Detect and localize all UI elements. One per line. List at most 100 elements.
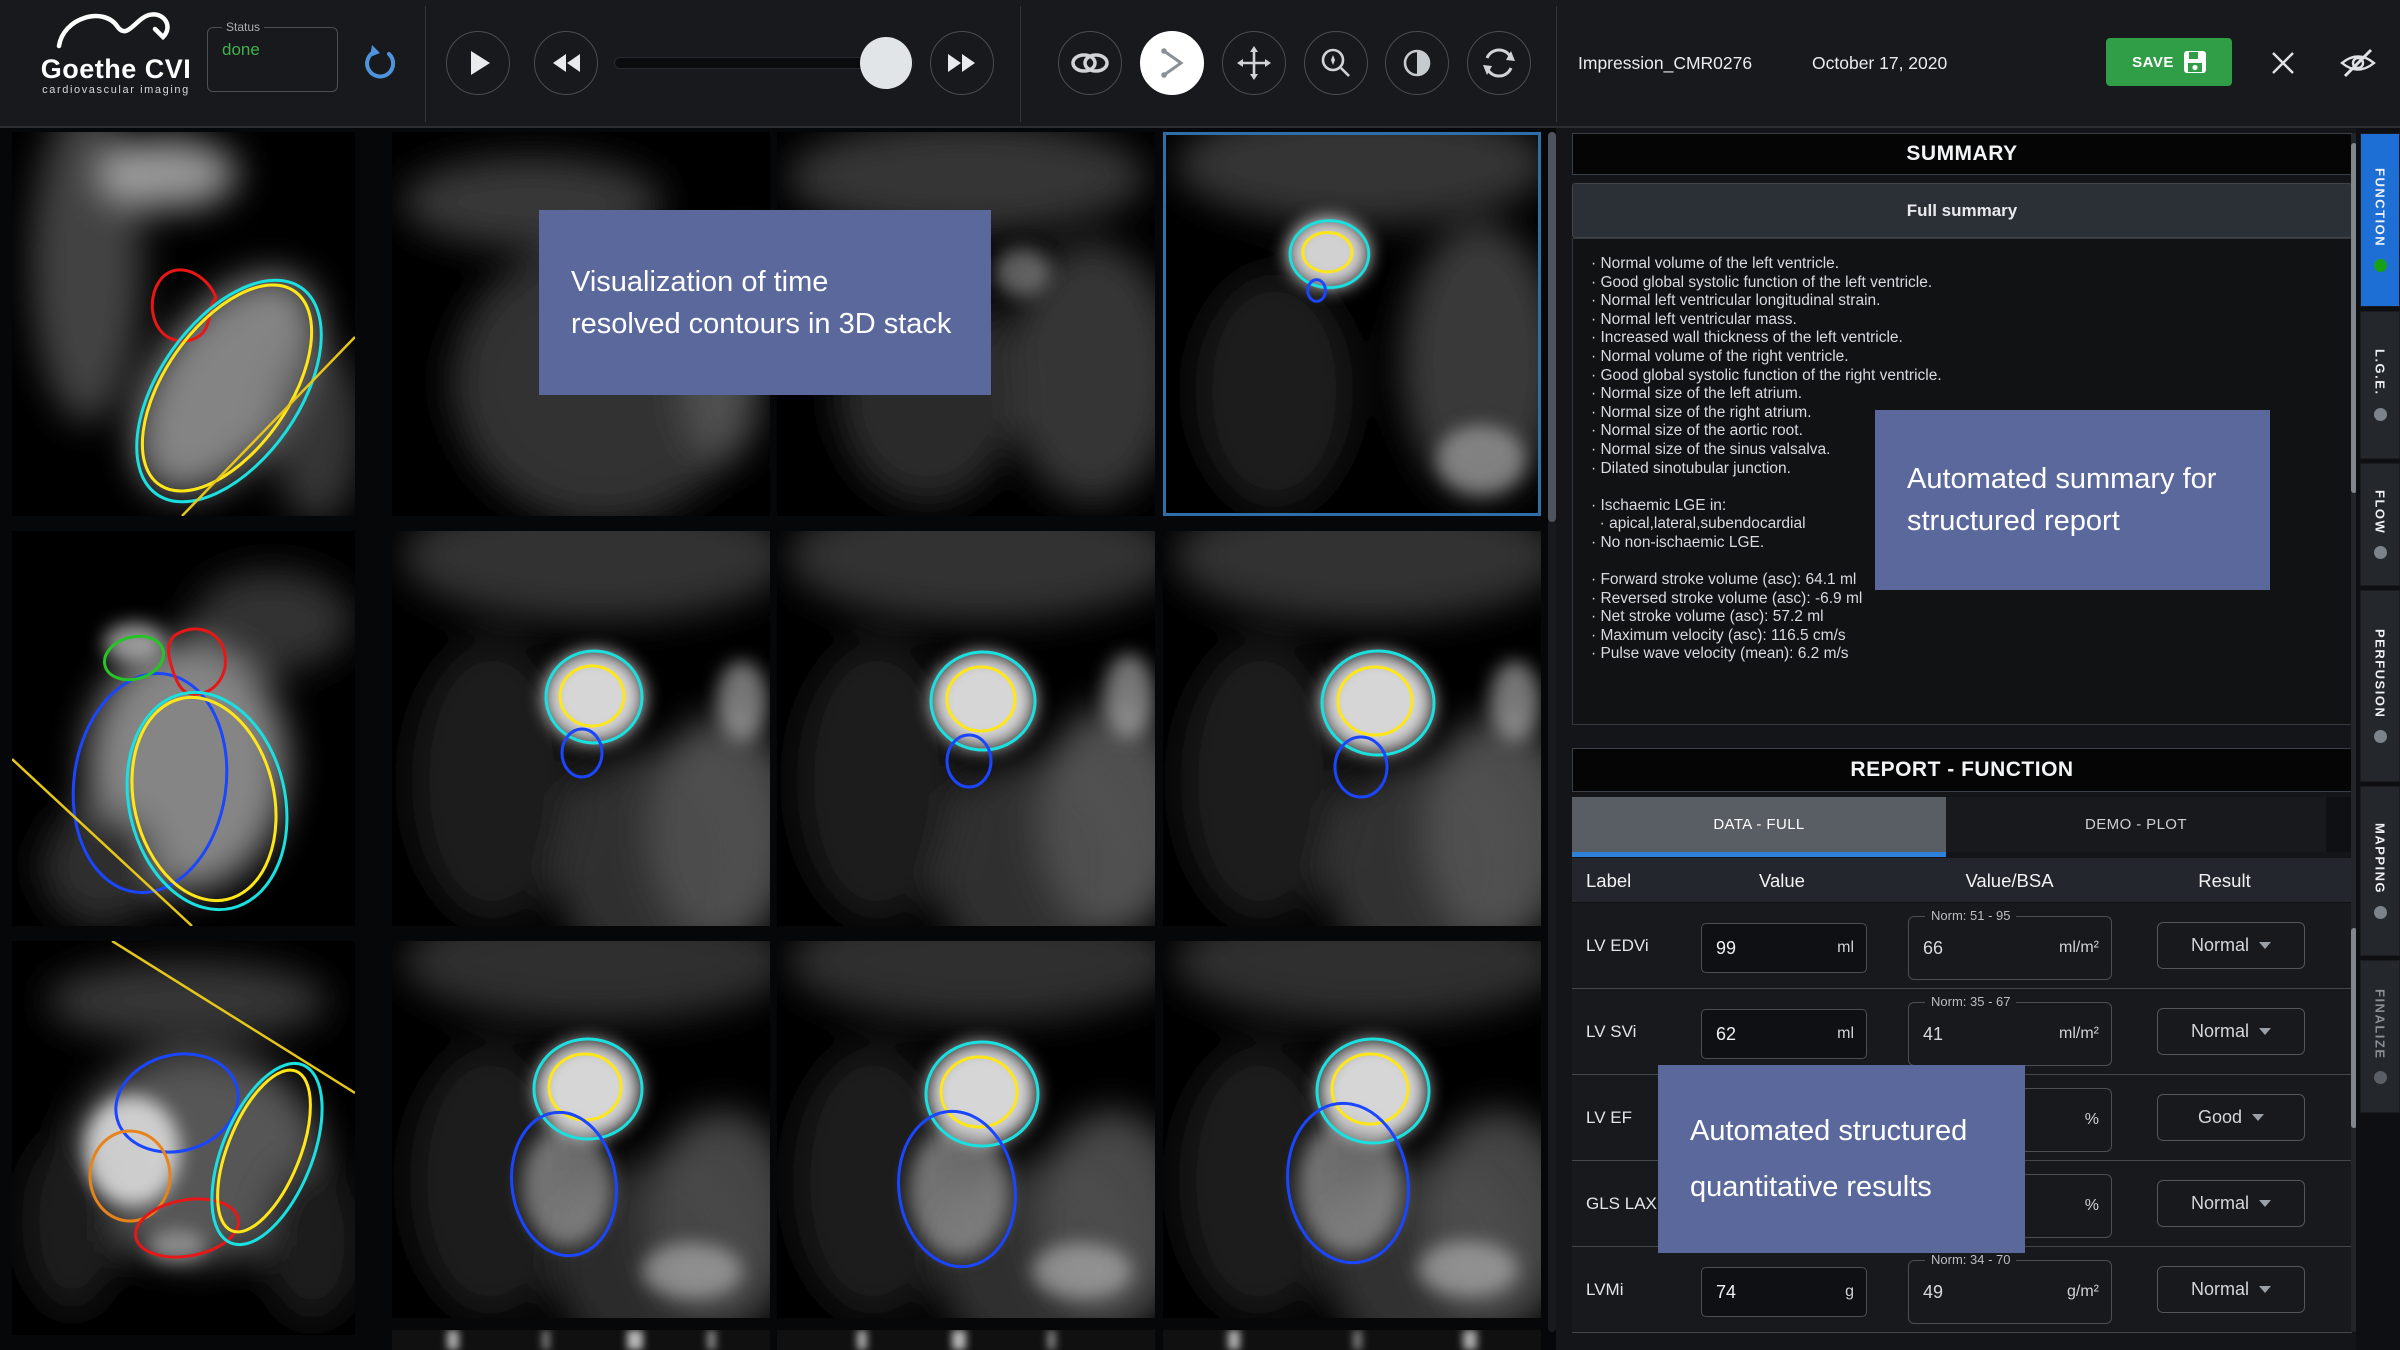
pan-button[interactable] — [1222, 31, 1286, 95]
summary-line: · Good global systolic function of the r… — [1591, 367, 2351, 386]
value-input[interactable]: 74 g — [1701, 1267, 1867, 1317]
sidebar-tab-flow[interactable]: FLOW — [2360, 463, 2400, 586]
status-value: done — [222, 40, 323, 60]
visibility-toggle-button[interactable] — [2334, 42, 2382, 84]
fast-forward-button[interactable] — [930, 31, 994, 95]
rewind-button[interactable] — [534, 31, 598, 95]
zoom-icon — [1319, 46, 1353, 80]
rewind-icon — [548, 50, 584, 76]
sidebar-tab-finalize[interactable]: FINALIZE — [2360, 960, 2400, 1113]
summary-line: · Increased wall thickness of the left v… — [1591, 329, 2351, 348]
result-value: Normal — [2191, 1193, 2249, 1214]
toolbar-divider — [1556, 6, 1557, 122]
play-icon — [463, 48, 493, 78]
mri-cell-partial-3[interactable] — [1163, 1330, 1541, 1350]
value-unit: ml — [1837, 939, 1866, 957]
chevron-down-icon — [2259, 1286, 2271, 1293]
value-input[interactable]: 62 ml — [1701, 1009, 1867, 1059]
bsa-value-input[interactable]: Norm: 35 - 67 41 ml/m² — [1908, 1002, 2112, 1066]
summary-line: · Pulse wave velocity (mean): 6.2 m/s — [1591, 645, 2351, 664]
top-toolbar: Goethe CVI cardiovascular imaging Status… — [0, 0, 2400, 128]
result-dropdown[interactable]: Good — [2157, 1094, 2305, 1141]
reset-button[interactable] — [1467, 31, 1531, 95]
mri-cell-sax-selected[interactable] — [1163, 132, 1541, 516]
grid-scrollbar[interactable] — [1548, 132, 1556, 1332]
result-dropdown[interactable]: Normal — [2157, 922, 2305, 969]
summary-line: · Net stroke volume (asc): 57.2 ml — [1591, 608, 2351, 627]
annotation-contours: Visualization of time resolved contours … — [539, 210, 991, 395]
visibility-off-icon — [2338, 47, 2378, 79]
mri-cell-sax-base-2[interactable] — [777, 941, 1155, 1318]
result-value: Normal — [2191, 1279, 2249, 1300]
contrast-icon — [1401, 47, 1433, 79]
reset-icon — [1481, 45, 1517, 81]
study-date: October 17, 2020 — [1812, 53, 1947, 74]
value-input[interactable]: 99 ml — [1701, 923, 1867, 973]
mri-cell-sax-base-3[interactable] — [1163, 941, 1541, 1318]
mri-cell-partial-1[interactable] — [392, 1330, 770, 1350]
full-summary-dropdown[interactable]: Full summary — [1572, 183, 2352, 238]
status-dot — [2374, 730, 2387, 743]
row-label: LVMi — [1586, 1247, 1676, 1333]
summary-line: · Normal size of the left atrium. — [1591, 385, 2351, 404]
mri-cell-axial-4ch[interactable] — [12, 941, 355, 1335]
table-row: LV EDVi 99 ml Norm: 51 - 95 66 ml/m² Nor… — [1572, 903, 2352, 989]
value-text: 62 — [1702, 1024, 1736, 1045]
result-dropdown[interactable]: Normal — [2157, 1180, 2305, 1227]
result-value: Normal — [2191, 1021, 2249, 1042]
mri-cell-sax-mid-3[interactable] — [1163, 531, 1541, 926]
zoom-button[interactable] — [1304, 31, 1368, 95]
refresh-icon[interactable] — [362, 45, 398, 81]
angle-tool-button[interactable] — [1140, 31, 1204, 95]
bsa-unit: % — [2085, 1111, 2111, 1129]
result-value: Good — [2198, 1107, 2242, 1128]
row-label: LV EDVi — [1586, 903, 1676, 989]
bsa-value-input[interactable]: Norm: 51 - 95 66 ml/m² — [1908, 916, 2112, 980]
mri-cell-partial-2[interactable] — [777, 1330, 1155, 1350]
result-dropdown[interactable]: Normal — [2157, 1266, 2305, 1313]
mri-cell-sax-mid-1[interactable] — [392, 531, 770, 926]
summary-line: · Normal volume of the left ventricle. — [1591, 255, 2351, 274]
fast-forward-icon — [944, 50, 980, 76]
bsa-value-input[interactable]: Norm: 34 - 70 49 g/m² — [1908, 1260, 2112, 1324]
sidebar-tab-lge[interactable]: L.G.E. — [2360, 311, 2400, 459]
sidebar-tab-function[interactable]: FUNCTION — [2360, 133, 2400, 307]
summary-line: · Reversed stroke volume (asc): -6.9 ml — [1591, 590, 2351, 609]
toolbar-divider — [425, 6, 426, 122]
tab-data-full[interactable]: DATA - FULL — [1572, 797, 1946, 852]
result-value: Normal — [2191, 935, 2249, 956]
value-unit: ml — [1837, 1025, 1866, 1043]
app-window: Goethe CVI cardiovascular imaging Status… — [0, 0, 2400, 1350]
mri-cell-sax-mid-2[interactable] — [777, 531, 1155, 926]
bsa-value-text: 66 — [1909, 938, 1943, 959]
save-button-label: SAVE — [2132, 54, 2174, 71]
status-dot-green — [2374, 259, 2387, 272]
sidebar-tab-perfusion[interactable]: PERFUSION — [2360, 590, 2400, 782]
contrast-button[interactable] — [1385, 31, 1449, 95]
study-title: Impression_CMR0276 — [1578, 53, 1752, 74]
play-button[interactable] — [446, 31, 510, 95]
chevron-down-icon — [2252, 1114, 2264, 1121]
status-label: Status — [222, 20, 264, 34]
col-value: Value — [1747, 858, 1817, 903]
link-views-button[interactable] — [1058, 31, 1122, 95]
logo-title: Goethe CVI — [10, 55, 222, 83]
sidebar-tab-mapping[interactable]: MAPPING — [2360, 786, 2400, 956]
status-dot-dim — [2374, 1071, 2387, 1084]
row-label: LV SVi — [1586, 989, 1676, 1075]
mri-cell-lax-3ch[interactable] — [12, 531, 355, 926]
tab-demo-plot[interactable]: DEMO - PLOT — [1946, 797, 2326, 852]
report-function-header: REPORT - FUNCTION — [1572, 748, 2352, 792]
save-button[interactable]: SAVE — [2106, 38, 2232, 86]
close-button[interactable] — [2262, 42, 2304, 84]
slider-handle[interactable] — [860, 37, 912, 89]
mri-cell-lax-2ch[interactable] — [12, 132, 355, 516]
result-dropdown[interactable]: Normal — [2157, 1008, 2305, 1055]
grid-scrollbar-thumb[interactable] — [1548, 132, 1556, 522]
mri-cell-sax-base-1[interactable] — [392, 941, 770, 1318]
status-box: Status done — [207, 20, 338, 92]
norm-range-label: Norm: 51 - 95 — [1925, 908, 2016, 923]
summary-header: SUMMARY — [1572, 133, 2352, 175]
bsa-unit: % — [2085, 1197, 2111, 1215]
frame-slider[interactable] — [614, 57, 914, 69]
